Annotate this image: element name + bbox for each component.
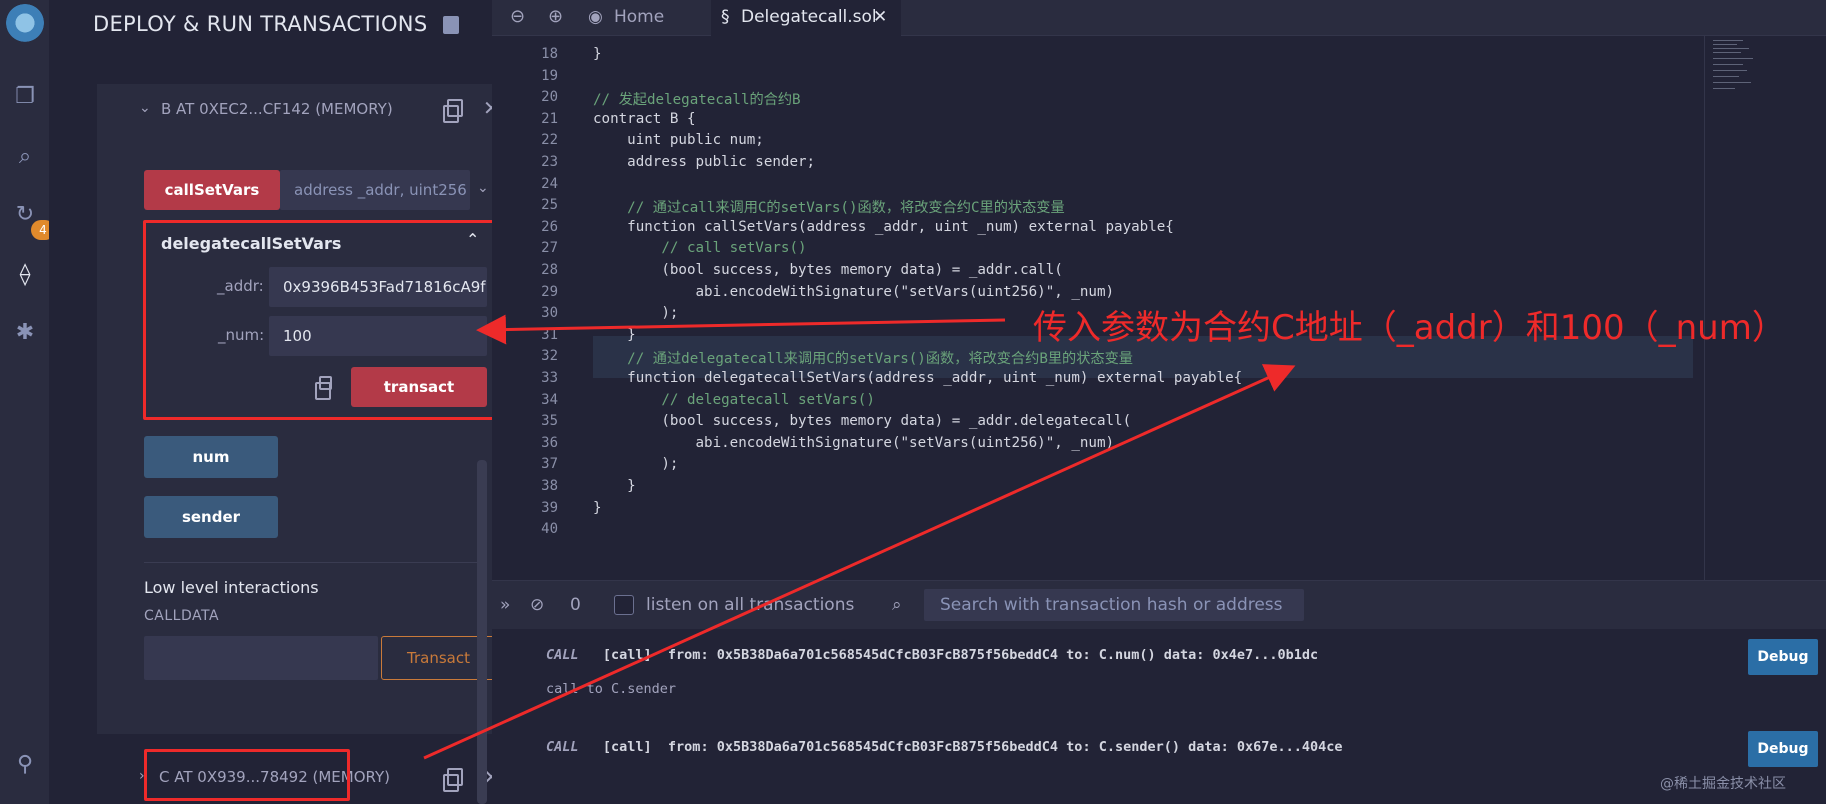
- annotation-arrows: [423, 314, 1296, 760]
- remix-ide: ❐ ⌕ ↻ 4 ⟠ ✱ ⚲ DEPLOY & RUN TRANSACTIONS …: [0, 0, 1826, 804]
- watermark: @稀土掘金技术社区: [1660, 776, 1786, 792]
- annotation-text: 传入参数为合约C地址（_addr）和100（_num）: [1033, 308, 1786, 348]
